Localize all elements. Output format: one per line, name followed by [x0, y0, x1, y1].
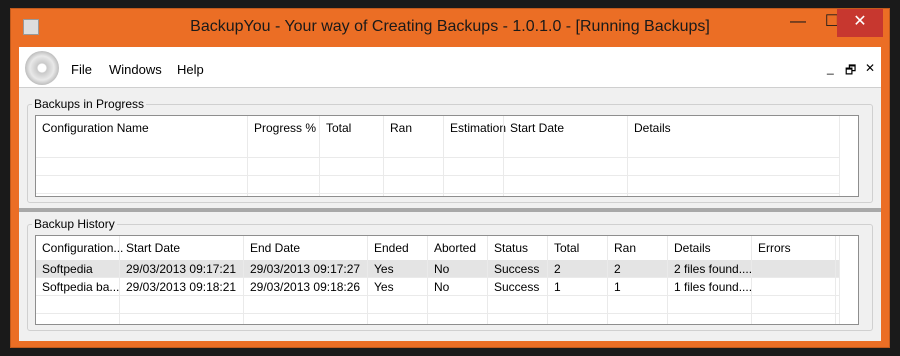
column-header[interactable]: Aborted [428, 236, 488, 260]
column-header[interactable]: Errors [752, 236, 836, 260]
column-divider [427, 236, 428, 324]
menu-bar: File Windows Help _ 🗗 ✕ [19, 47, 881, 87]
table-cell: Softpedia ba... [42, 280, 120, 294]
column-divider [835, 236, 836, 324]
menu-windows[interactable]: Windows [109, 62, 162, 77]
column-divider [243, 236, 244, 324]
minimize-button[interactable]: — [781, 9, 815, 37]
column-header[interactable]: Start Date [504, 116, 628, 140]
column-divider [839, 236, 840, 324]
table-cell: 29/03/2013 09:17:21 [126, 262, 237, 276]
backupyou-logo-icon [25, 51, 59, 85]
client-area: File Windows Help _ 🗗 ✕ Backups in Progr… [19, 47, 881, 341]
table-cell: No [434, 262, 450, 276]
table-cell: 2 [614, 262, 621, 276]
column-divider [367, 236, 368, 324]
column-divider [443, 116, 444, 196]
history-table[interactable]: Configuration... Start Date End Date Ended A… [35, 235, 859, 325]
row-divider [36, 193, 840, 194]
column-header[interactable]: Configuration Name [36, 116, 248, 140]
window-title: BackupYou - Your way of Creating Backups… [190, 18, 710, 35]
column-divider [487, 236, 488, 324]
column-divider [247, 116, 248, 196]
menu-file[interactable]: File [71, 62, 92, 77]
close-button[interactable]: ✕ [837, 9, 883, 37]
table-cell [752, 260, 836, 278]
table-cell: Success [494, 280, 540, 294]
column-divider [319, 116, 320, 196]
column-header[interactable]: Total [320, 116, 384, 140]
table-cell: 29/03/2013 09:17:27 [250, 262, 361, 276]
column-divider [627, 116, 628, 196]
table-cell: 2 files found.... [674, 262, 752, 276]
title-bar[interactable]: BackupYou - Your way of Creating Backups… [11, 9, 889, 47]
column-divider [607, 236, 608, 324]
column-divider [547, 236, 548, 324]
table-cell: Softpedia [42, 262, 93, 276]
in-progress-table[interactable]: Configuration Name Progress % Total Ran Esti… [35, 115, 859, 197]
mdi-restore-button[interactable]: 🗗 [845, 61, 856, 82]
column-header[interactable]: Progress % [248, 116, 320, 140]
table-cell: Yes [374, 280, 394, 294]
panel-splitter[interactable] [19, 208, 881, 212]
row-divider [36, 313, 840, 314]
column-header[interactable]: Configuration... [36, 236, 123, 260]
column-divider [119, 236, 120, 324]
column-header[interactable]: Details [628, 116, 840, 140]
table-cell: 29/03/2013 09:18:21 [126, 280, 237, 294]
column-header[interactable]: Total [548, 236, 608, 260]
table-cell: 1 files found.... [674, 280, 752, 294]
app-window: BackupYou - Your way of Creating Backups… [10, 8, 890, 348]
column-divider [751, 236, 752, 324]
row-divider [36, 175, 840, 176]
column-divider [503, 116, 504, 196]
column-header[interactable]: Ended [368, 236, 428, 260]
column-header[interactable]: Ran [608, 236, 668, 260]
menu-help[interactable]: Help [177, 62, 204, 77]
mdi-close-button[interactable]: ✕ [865, 61, 875, 75]
table-cell [752, 278, 836, 296]
row-divider [36, 295, 840, 296]
menu-separator [19, 87, 881, 88]
table-cell: 29/03/2013 09:18:26 [250, 280, 361, 294]
column-header[interactable]: Status [488, 236, 548, 260]
table-cell: 1 [554, 280, 561, 294]
table-cell: No [434, 280, 450, 294]
column-header[interactable]: Details [668, 236, 752, 260]
in-progress-title: Backups in Progress [34, 97, 145, 111]
column-header[interactable]: Start Date [120, 236, 244, 260]
column-divider [667, 236, 668, 324]
table-cell: 2 [554, 262, 561, 276]
column-divider [839, 116, 840, 196]
column-header[interactable]: Estimation [444, 116, 506, 140]
row-divider [36, 157, 840, 158]
history-title: Backup History [34, 217, 115, 231]
column-divider [383, 116, 384, 196]
table-cell: Success [494, 262, 540, 276]
table-cell: 1 [614, 280, 621, 294]
column-header[interactable]: Ran [384, 116, 444, 140]
mdi-minimize-button[interactable]: _ [827, 61, 834, 75]
table-cell: Yes [374, 262, 394, 276]
column-header[interactable]: End Date [244, 236, 368, 260]
